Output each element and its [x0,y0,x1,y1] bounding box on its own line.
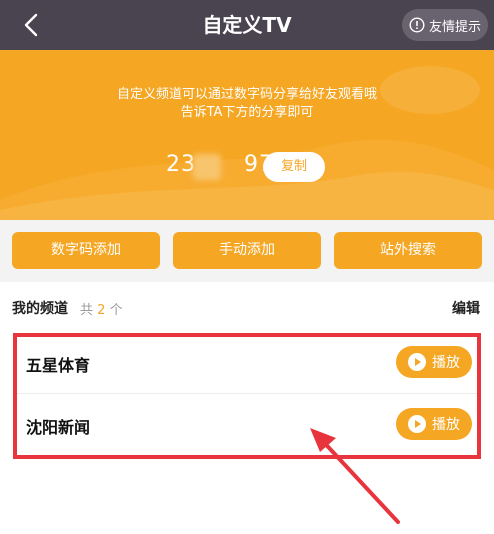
copy-button[interactable]: 复制 [263,152,325,182]
banner-decoration [0,66,494,220]
list-item: 沈阳新闻 播放 [14,394,480,456]
code-blur-mask [193,154,221,180]
play-icon [408,415,426,433]
digit-code-add-button[interactable]: 数字码添加 [12,232,160,269]
banner-line-2: 告诉TA下方的分享即可 [180,105,314,120]
play-button[interactable]: 播放 [396,346,472,378]
my-channels-title: 我的频道 [12,301,68,317]
offsite-search-button[interactable]: 站外搜索 [334,232,482,269]
play-icon [408,353,426,371]
channel-count-number: 2 [97,303,106,318]
banner-description: 自定义频道可以通过数字码分享给好友观看哦 告诉TA下方的分享即可 [0,86,494,122]
friendly-tip-button[interactable]: 友情提示 [402,9,488,41]
top-bar: 自定义TV 友情提示 [0,0,494,50]
share-code-row: 23 97 复制 [0,150,494,184]
banner-line-1: 自定义频道可以通过数字码分享给好友观看哦 [116,87,377,102]
channel-count: 共 2 个 [80,299,123,318]
edit-button[interactable]: 编辑 [452,298,480,318]
play-label: 播放 [432,355,460,371]
my-channels-header: 我的频道 共 2 个 编辑 [0,282,494,332]
info-icon [409,17,425,33]
channel-list: 五星体育 播放 沈阳新闻 播放 [14,332,480,458]
list-item: 五星体育 播放 [14,332,480,394]
manual-add-button[interactable]: 手动添加 [173,232,321,269]
play-label: 播放 [432,417,460,433]
channel-count-prefix: 共 [80,303,94,318]
friendly-tip-label: 友情提示 [428,19,481,35]
play-button[interactable]: 播放 [396,408,472,440]
channel-name: 沈阳新闻 [26,418,91,437]
channel-count-suffix: 个 [109,303,123,318]
channel-name: 五星体育 [26,356,91,375]
share-banner: 自定义频道可以通过数字码分享给好友观看哦 告诉TA下方的分享即可 23 97 复… [0,50,494,220]
add-actions: 数字码添加 手动添加 站外搜索 [0,220,494,282]
